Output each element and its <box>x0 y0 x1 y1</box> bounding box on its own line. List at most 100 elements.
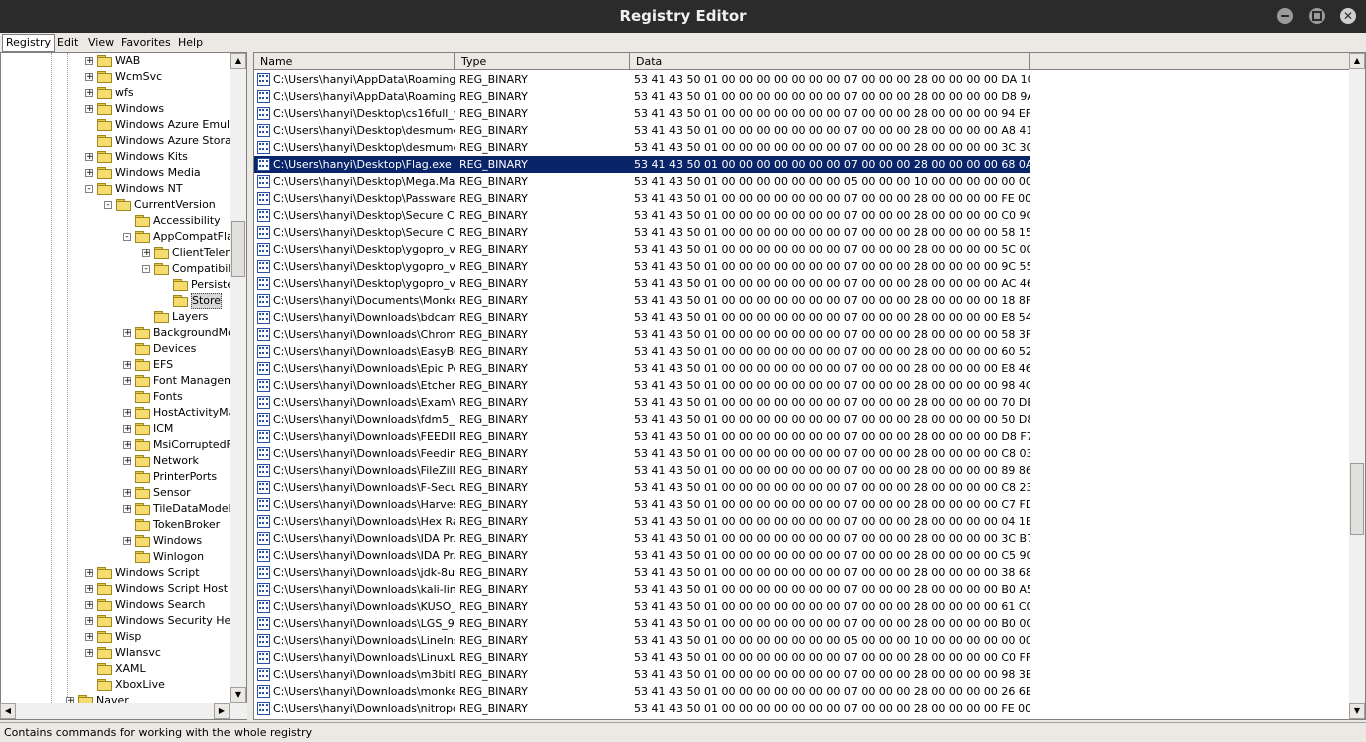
registry-value-row[interactable]: C:\Users\hanyi\Downloads\IDA Pr... REG_BI… <box>254 530 1030 547</box>
tree-node[interactable]: + EFS <box>1 357 229 373</box>
expand-icon[interactable]: + <box>85 105 94 114</box>
tree-node[interactable]: + ICM <box>1 421 229 437</box>
registry-value-row[interactable]: C:\Users\hanyi\Downloads\fdm5_x... REG_BI… <box>254 411 1030 428</box>
registry-value-row[interactable]: C:\Users\hanyi\Downloads\ExamVi... REG_BI… <box>254 394 1030 411</box>
expand-icon[interactable]: + <box>123 457 132 466</box>
scroll-down-button[interactable]: ▼ <box>1349 703 1365 719</box>
tree-node[interactable]: + Wlansvc <box>1 645 229 661</box>
expand-icon[interactable]: + <box>85 169 94 178</box>
tree-node[interactable]: - CurrentVersion <box>1 197 229 213</box>
registry-value-row[interactable]: C:\Users\hanyi\Downloads\Etcher-... REG_B… <box>254 377 1030 394</box>
registry-value-row[interactable]: C:\Users\hanyi\Desktop\ygopro_v... REG_BI… <box>254 258 1030 275</box>
expand-icon[interactable]: + <box>123 425 132 434</box>
registry-value-row[interactable]: C:\Users\hanyi\Downloads\kali-linu... REG… <box>254 581 1030 598</box>
tree-scroll-left-button[interactable]: ◀ <box>0 703 16 719</box>
tree-node[interactable]: + WcmSvc <box>1 69 229 85</box>
tree-node[interactable]: + Windows <box>1 101 229 117</box>
tree-node[interactable]: Windows Azure Storage <box>1 133 245 149</box>
expand-icon[interactable]: + <box>85 649 94 658</box>
registry-value-row[interactable]: C:\Users\hanyi\Downloads\FileZilla... REG… <box>254 462 1030 479</box>
registry-value-row[interactable]: C:\Users\hanyi\Desktop\Flag.exe REG_BINAR… <box>254 156 1030 173</box>
minimize-button[interactable] <box>1277 8 1293 24</box>
expand-icon[interactable]: + <box>85 617 94 626</box>
registry-value-row[interactable]: C:\Users\hanyi\Downloads\F-Secu... REG_BI… <box>254 479 1030 496</box>
registry-value-row[interactable]: C:\Users\hanyi\Downloads\Feedin... REG_BI… <box>254 445 1030 462</box>
collapse-icon[interactable]: - <box>85 185 93 194</box>
registry-value-row[interactable]: C:\Users\hanyi\Downloads\LineIns... REG_B… <box>254 632 1030 649</box>
registry-value-row[interactable]: C:\Users\hanyi\Desktop\cs16full_v... REG_… <box>254 105 1030 122</box>
expand-icon[interactable]: + <box>85 153 94 162</box>
registry-value-row[interactable]: C:\Users\hanyi\Desktop\Mega.Ma... REG_BIN… <box>254 173 1030 190</box>
menu-favorites[interactable]: Favorites <box>118 35 174 51</box>
tree-node[interactable]: +ClientTelemetry <box>1 245 246 261</box>
tree-node[interactable]: - Compatibility <box>1 261 245 277</box>
tree-node[interactable]: Accessibility <box>1 213 229 229</box>
tree-node[interactable]: Winlogon <box>1 549 229 565</box>
expand-icon[interactable]: + <box>123 361 132 370</box>
expand-icon[interactable]: + <box>123 329 132 338</box>
registry-value-row[interactable]: C:\Users\hanyi\Downloads\LinuxLi... REG_B… <box>254 649 1030 666</box>
tree-scroll-right-button[interactable]: ▶ <box>214 703 230 719</box>
registry-value-row[interactable]: C:\Users\hanyi\Desktop\ygopro_v... REG_BI… <box>254 275 1030 292</box>
menu-view[interactable]: View <box>85 35 117 51</box>
registry-value-row[interactable]: C:\Users\hanyi\Desktop\desmume\... REG_BI… <box>254 122 1030 139</box>
expand-icon[interactable]: + <box>85 601 94 610</box>
expand-icon[interactable]: + <box>85 585 94 594</box>
tree-node[interactable]: Persisted <box>1 277 241 293</box>
tree-node[interactable]: + Wisp <box>1 629 229 645</box>
registry-value-row[interactable]: C:\Users\hanyi\Downloads\nitropd... REG_B… <box>254 700 1030 717</box>
menu-help[interactable]: Help <box>175 35 206 51</box>
collapse-icon[interactable]: - <box>104 201 112 210</box>
registry-value-row[interactable]: C:\Users\hanyi\Downloads\FEEDIN... REG_BI… <box>254 428 1030 445</box>
expand-icon[interactable]: + <box>123 537 132 546</box>
tree-node[interactable]: + wfs <box>1 85 229 101</box>
tree-node[interactable]: XAML <box>1 661 229 677</box>
expand-icon[interactable]: + <box>123 489 132 498</box>
expand-icon[interactable]: + <box>85 89 94 98</box>
expand-icon[interactable]: + <box>123 409 132 418</box>
tree-node[interactable]: + Sensor <box>1 485 229 501</box>
registry-value-row[interactable]: C:\Users\hanyi\Downloads\LGS_9.... REG_BI… <box>254 615 1030 632</box>
tree-node[interactable]: + Windows <box>1 533 229 549</box>
tree-node[interactable]: Store <box>1 293 229 309</box>
registry-value-row[interactable]: C:\Users\hanyi\Downloads\monke... REG_BIN… <box>254 683 1030 700</box>
tree-node[interactable]: - Windows NT <box>1 181 229 197</box>
registry-value-row[interactable]: C:\Users\hanyi\Downloads\m3bitlo... REG_B… <box>254 666 1030 683</box>
tree-node[interactable]: Layers <box>1 309 229 325</box>
tree-scroll-up-button[interactable]: ▲ <box>230 53 246 69</box>
registry-value-row[interactable]: C:\Users\hanyi\Downloads\bdcams... REG_BI… <box>254 309 1030 326</box>
registry-value-row[interactable]: C:\Users\hanyi\Downloads\EasyBC... REG_BI… <box>254 343 1030 360</box>
tree-node[interactable]: + Font Management <box>1 373 246 389</box>
tree-node[interactable]: + Windows Media <box>1 165 229 181</box>
tree-node[interactable]: - AppCompatFlags <box>1 229 246 245</box>
tree-node[interactable]: PrinterPorts <box>1 469 229 485</box>
tree-node[interactable]: + Windows Search <box>1 597 229 613</box>
tree-node[interactable]: + Windows Script Host <box>1 581 229 597</box>
tree-node[interactable]: + BackgroundModel <box>1 325 246 341</box>
tree-node[interactable]: + Windows Kits <box>1 149 229 165</box>
registry-value-row[interactable]: C:\Users\hanyi\Desktop\desmume\... REG_BI… <box>254 139 1030 156</box>
registry-value-row[interactable]: C:\Users\hanyi\Downloads\Harves... REG_BI… <box>254 496 1030 513</box>
registry-value-row[interactable]: C:\Users\hanyi\Downloads\jdk-8u1... REG_B… <box>254 564 1030 581</box>
tree-node[interactable]: XboxLive <box>1 677 229 693</box>
tree-node[interactable]: +HostActivityManager <box>1 405 246 421</box>
maximize-button[interactable] <box>1309 8 1325 24</box>
registry-value-row[interactable]: C:\Users\hanyi\Documents\Monke... REG_BIN… <box>254 292 1030 309</box>
list-vertical-scrollbar[interactable]: ▲ ▼ <box>1349 53 1365 719</box>
expand-icon[interactable]: + <box>85 633 94 642</box>
column-header-type[interactable]: Type <box>455 53 630 70</box>
tree-scroll-down-button[interactable]: ▼ <box>230 687 246 703</box>
tree-node[interactable]: Devices <box>1 341 229 357</box>
expand-icon[interactable]: + <box>123 441 132 450</box>
expand-icon[interactable]: + <box>85 73 94 82</box>
close-button[interactable]: ✕ <box>1340 8 1356 24</box>
tree-vertical-scrollbar[interactable]: ▲ ▼ <box>230 53 246 703</box>
expand-icon[interactable]: + <box>85 569 94 578</box>
tree-horizontal-scrollbar[interactable]: ◀ ▶ <box>0 703 247 719</box>
tree-node[interactable]: + TileDataModel <box>1 501 232 517</box>
tree-node[interactable]: + WAB <box>1 53 229 69</box>
tree-node[interactable]: +MsiCorruptedFileRecovery <box>1 437 246 453</box>
tree-node[interactable]: Windows Azure Emulator <box>1 117 246 133</box>
expand-icon[interactable]: + <box>123 505 132 514</box>
collapse-icon[interactable]: - <box>123 233 131 242</box>
